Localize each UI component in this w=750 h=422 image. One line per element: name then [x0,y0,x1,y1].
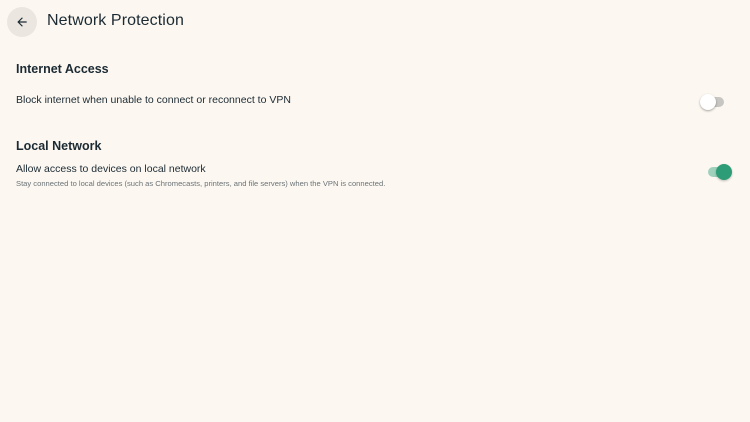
block-internet-label: Block internet when unable to connect or… [16,94,291,106]
toggle-thumb [716,164,732,180]
toggle-thumb [700,94,716,110]
page-title: Network Protection [47,12,184,29]
arrow-left-icon [15,15,29,29]
section-title-local-network: Local Network [16,139,102,153]
app-header: Network Protection [0,0,750,46]
network-protection-screen: Network Protection Internet Access Block… [0,0,750,422]
back-button[interactable] [7,7,37,37]
local-network-toggle[interactable] [706,164,732,180]
block-internet-toggle[interactable] [700,94,726,110]
local-network-access-label: Allow access to devices on local network [16,163,206,175]
section-title-internet-access: Internet Access [16,62,109,76]
local-network-access-description: Stay connected to local devices (such as… [16,179,386,188]
